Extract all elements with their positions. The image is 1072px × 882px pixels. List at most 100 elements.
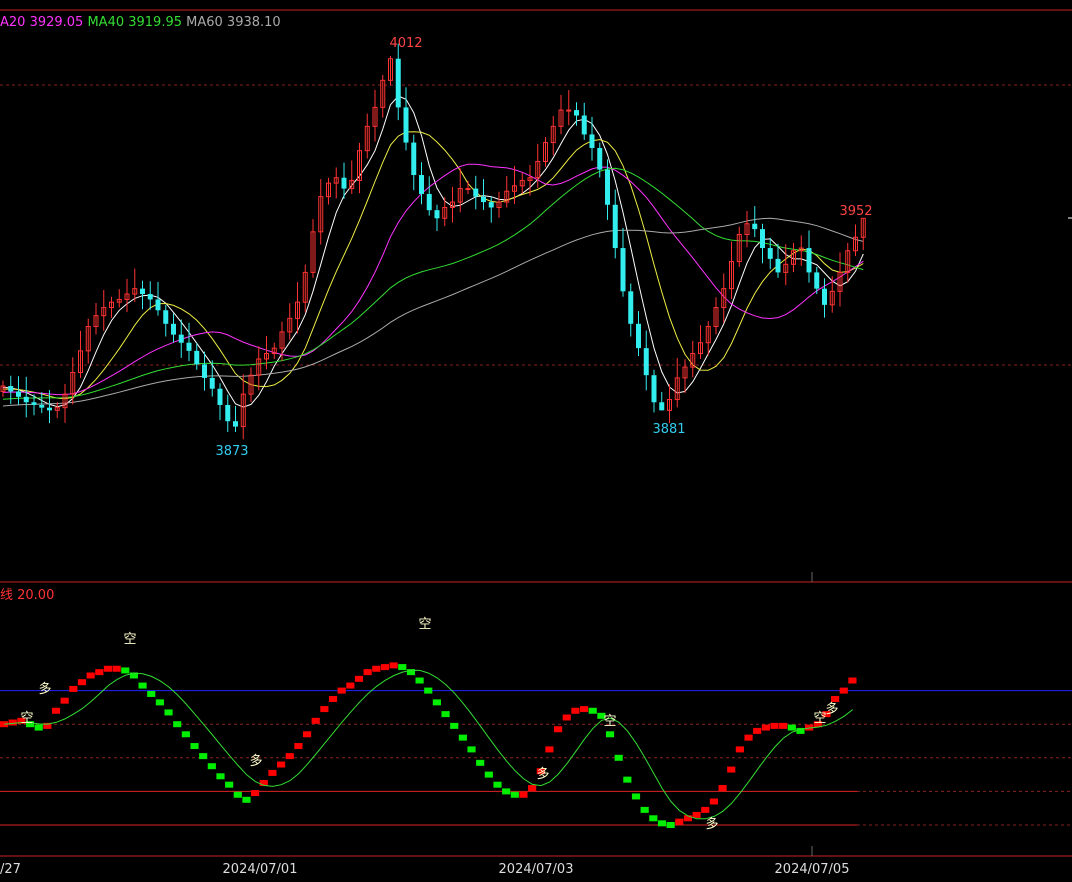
indicator-bar: [692, 811, 701, 818]
candle-body: [775, 258, 781, 273]
indicator-bar: [666, 822, 675, 828]
candle-body: [465, 188, 471, 191]
candle-body: [155, 299, 161, 311]
candle-body: [202, 364, 207, 378]
indicator-bar: [155, 699, 164, 706]
indicator-bar: [761, 724, 770, 731]
indicator-bar: [216, 773, 225, 780]
indicator-bar: [657, 820, 667, 827]
candle-body: [426, 193, 432, 211]
indicator-bar: [285, 753, 294, 760]
indicator-bar: [571, 707, 580, 714]
indicator-bar: [337, 687, 346, 694]
indicator-bar: [95, 669, 104, 676]
indicator-bar: [528, 785, 537, 792]
indicator-bar: [727, 766, 736, 773]
candle-body: [473, 188, 479, 197]
candle-body: [651, 375, 657, 403]
candle-body: [341, 177, 347, 189]
indicator-bar: [233, 791, 242, 798]
candle-body: [659, 402, 665, 411]
moving-average-line-60: [2, 217, 864, 407]
candle-body: [23, 396, 29, 403]
indicator-bar: [432, 699, 441, 706]
candle-body: [8, 386, 14, 392]
indicator-bar: [554, 726, 563, 733]
candle-body: [612, 204, 618, 249]
indicator-bar: [415, 677, 424, 684]
indicator-bar: [631, 793, 641, 800]
indicator-bar: [380, 664, 390, 671]
date-label: 2024/07/05: [775, 862, 850, 877]
indicator-bar: [770, 722, 779, 729]
indicator-bar: [467, 746, 476, 753]
indicator-bar: [510, 791, 519, 798]
price-annotation: 4012: [389, 36, 422, 51]
indicator-bar: [328, 696, 338, 702]
signal-mark: 多: [825, 701, 838, 717]
indicator-bar: [640, 806, 649, 813]
candle-body: [395, 58, 401, 108]
indicator-bar: [839, 687, 848, 694]
date-label: 2024/07/01: [223, 862, 298, 877]
indicator-grid: [0, 690, 1072, 826]
candle-body: [209, 377, 215, 389]
price-annotation: 3952: [839, 204, 872, 219]
indicator-bar: [718, 785, 727, 792]
indicator-bar: [173, 721, 182, 728]
indicator-bar: [51, 707, 61, 714]
indicator-bar: [484, 771, 493, 778]
signal-mark: 多: [249, 753, 262, 769]
candle-body: [589, 134, 595, 148]
indicator-bar: [562, 714, 571, 721]
candle-body: [194, 350, 200, 365]
candle-body: [147, 294, 153, 300]
indicator-bar: [86, 672, 95, 679]
indicator-bar: [779, 722, 788, 729]
candle-body: [643, 348, 649, 376]
legend-item-ma40: MA40 3919.95: [83, 15, 182, 30]
candle-body: [760, 229, 765, 249]
moving-average-line-20: [2, 163, 864, 396]
legend-item-a20: A20 3929.05: [0, 15, 83, 30]
candle-body: [217, 388, 223, 405]
indicator-bar: [69, 685, 78, 692]
candle-body: [566, 109, 572, 112]
indicator-bar: [34, 724, 43, 731]
indicator-bar: [848, 677, 857, 684]
indicator-bar: [493, 781, 502, 788]
candle-body: [822, 288, 827, 305]
indicator-bar: [294, 743, 303, 750]
candle-body: [806, 248, 812, 273]
indicator-bar: [476, 759, 485, 766]
indicator-bar: [164, 709, 173, 716]
main-legend: A20 3929.05 MA40 3919.95 MA60 3938.10: [0, 15, 281, 30]
indicator-bar: [372, 665, 381, 672]
moving-average-line-10: [2, 131, 864, 400]
moving-average-line-5: [2, 95, 864, 408]
indicator-bar: [103, 665, 113, 672]
indicator-bar: [225, 781, 234, 788]
indicator-bar: [242, 796, 251, 803]
candle-body: [481, 196, 486, 203]
indicator-bar: [77, 679, 87, 686]
candle-body: [171, 323, 176, 335]
indicator-bar: [701, 806, 710, 813]
indicator-bar: [199, 753, 208, 760]
indicator-bar: [181, 731, 190, 738]
indicator-bar: [675, 818, 684, 825]
candle-body: [140, 288, 145, 295]
indicator-bar: [441, 711, 450, 718]
candle-body: [434, 210, 440, 219]
candle-body: [597, 147, 603, 170]
indicator-bar: [354, 675, 364, 682]
candle-body: [814, 272, 820, 289]
chart-frame: [0, 9, 1072, 857]
indicator-bar: [424, 687, 433, 694]
indicator-bar: [588, 707, 597, 714]
chart-canvas: A20 3929.05 MA40 3919.95 MA60 3938.10 线 …: [0, 9, 1072, 877]
candle-body: [39, 404, 45, 408]
candle-body: [178, 334, 184, 343]
candle-body: [636, 323, 641, 349]
candle-body: [628, 291, 634, 324]
